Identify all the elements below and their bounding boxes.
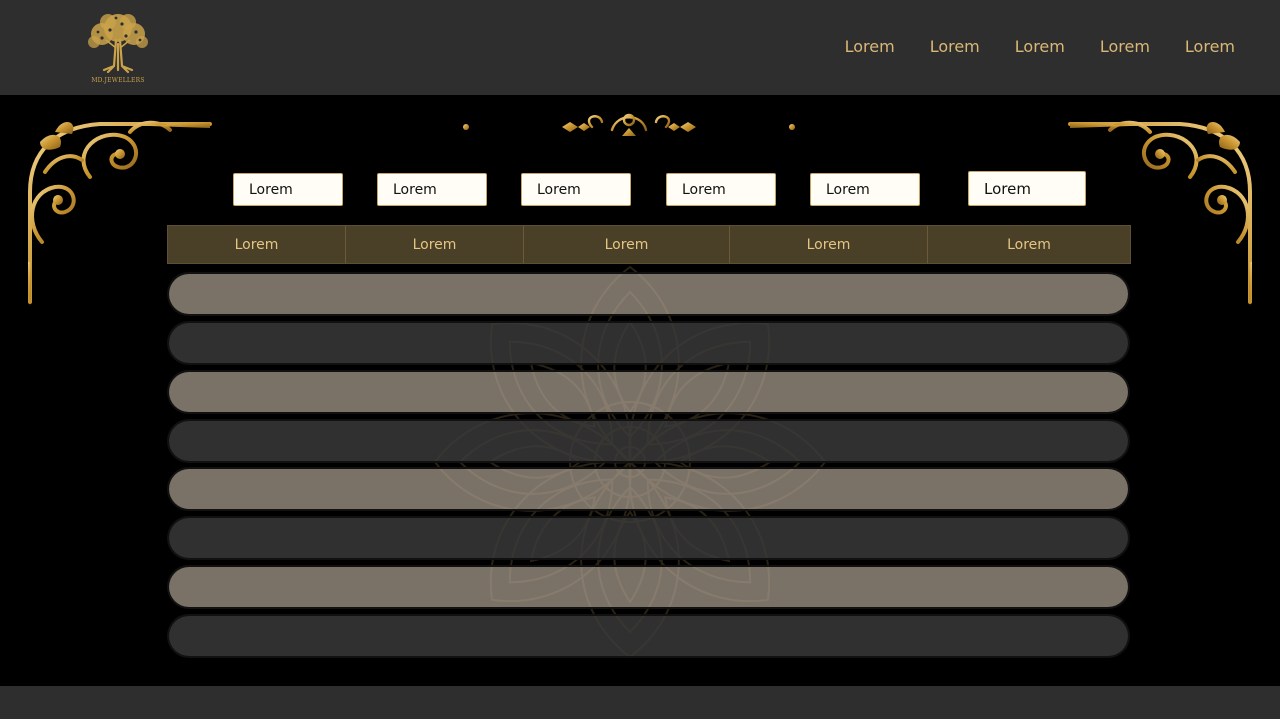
column-header-4[interactable]: Lorem: [730, 226, 928, 263]
column-header-2[interactable]: Lorem: [346, 226, 524, 263]
table-row[interactable]: [169, 616, 1128, 656]
table-row[interactable]: [169, 274, 1128, 314]
ornamental-divider-icon: [463, 113, 795, 136]
table-row[interactable]: [169, 372, 1128, 412]
column-header-1[interactable]: Lorem: [168, 226, 346, 263]
column-header-5[interactable]: Lorem: [928, 226, 1130, 263]
footer: [0, 686, 1280, 719]
table-row[interactable]: [169, 421, 1128, 461]
nav-item-2[interactable]: Lorem: [930, 37, 980, 56]
tree-logo-icon: [88, 14, 148, 74]
header: MD.JEWELLERS Lorem Lorem Lorem Lorem Lor…: [0, 0, 1280, 95]
filter-input-4[interactable]: Lorem: [666, 173, 776, 206]
filter-input-6[interactable]: Lorem: [968, 171, 1086, 206]
table-row[interactable]: [169, 469, 1128, 509]
main-nav: Lorem Lorem Lorem Lorem Lorem: [845, 37, 1235, 56]
nav-item-5[interactable]: Lorem: [1185, 37, 1235, 56]
nav-item-1[interactable]: Lorem: [845, 37, 895, 56]
filter-input-2[interactable]: Lorem: [377, 173, 487, 206]
nav-item-3[interactable]: Lorem: [1015, 37, 1065, 56]
brand-name: MD.JEWELLERS: [91, 77, 145, 84]
filter-input-1[interactable]: Lorem: [233, 173, 343, 206]
filter-input-3[interactable]: Lorem: [521, 173, 631, 206]
column-header-3[interactable]: Lorem: [524, 226, 730, 263]
table-row[interactable]: [169, 567, 1128, 607]
table-row[interactable]: [169, 323, 1128, 363]
table-header: Lorem Lorem Lorem Lorem Lorem: [167, 225, 1131, 264]
brand-logo[interactable]: MD.JEWELLERS: [80, 10, 156, 90]
nav-item-4[interactable]: Lorem: [1100, 37, 1150, 56]
table-row[interactable]: [169, 518, 1128, 558]
filter-input-5[interactable]: Lorem: [810, 173, 920, 206]
